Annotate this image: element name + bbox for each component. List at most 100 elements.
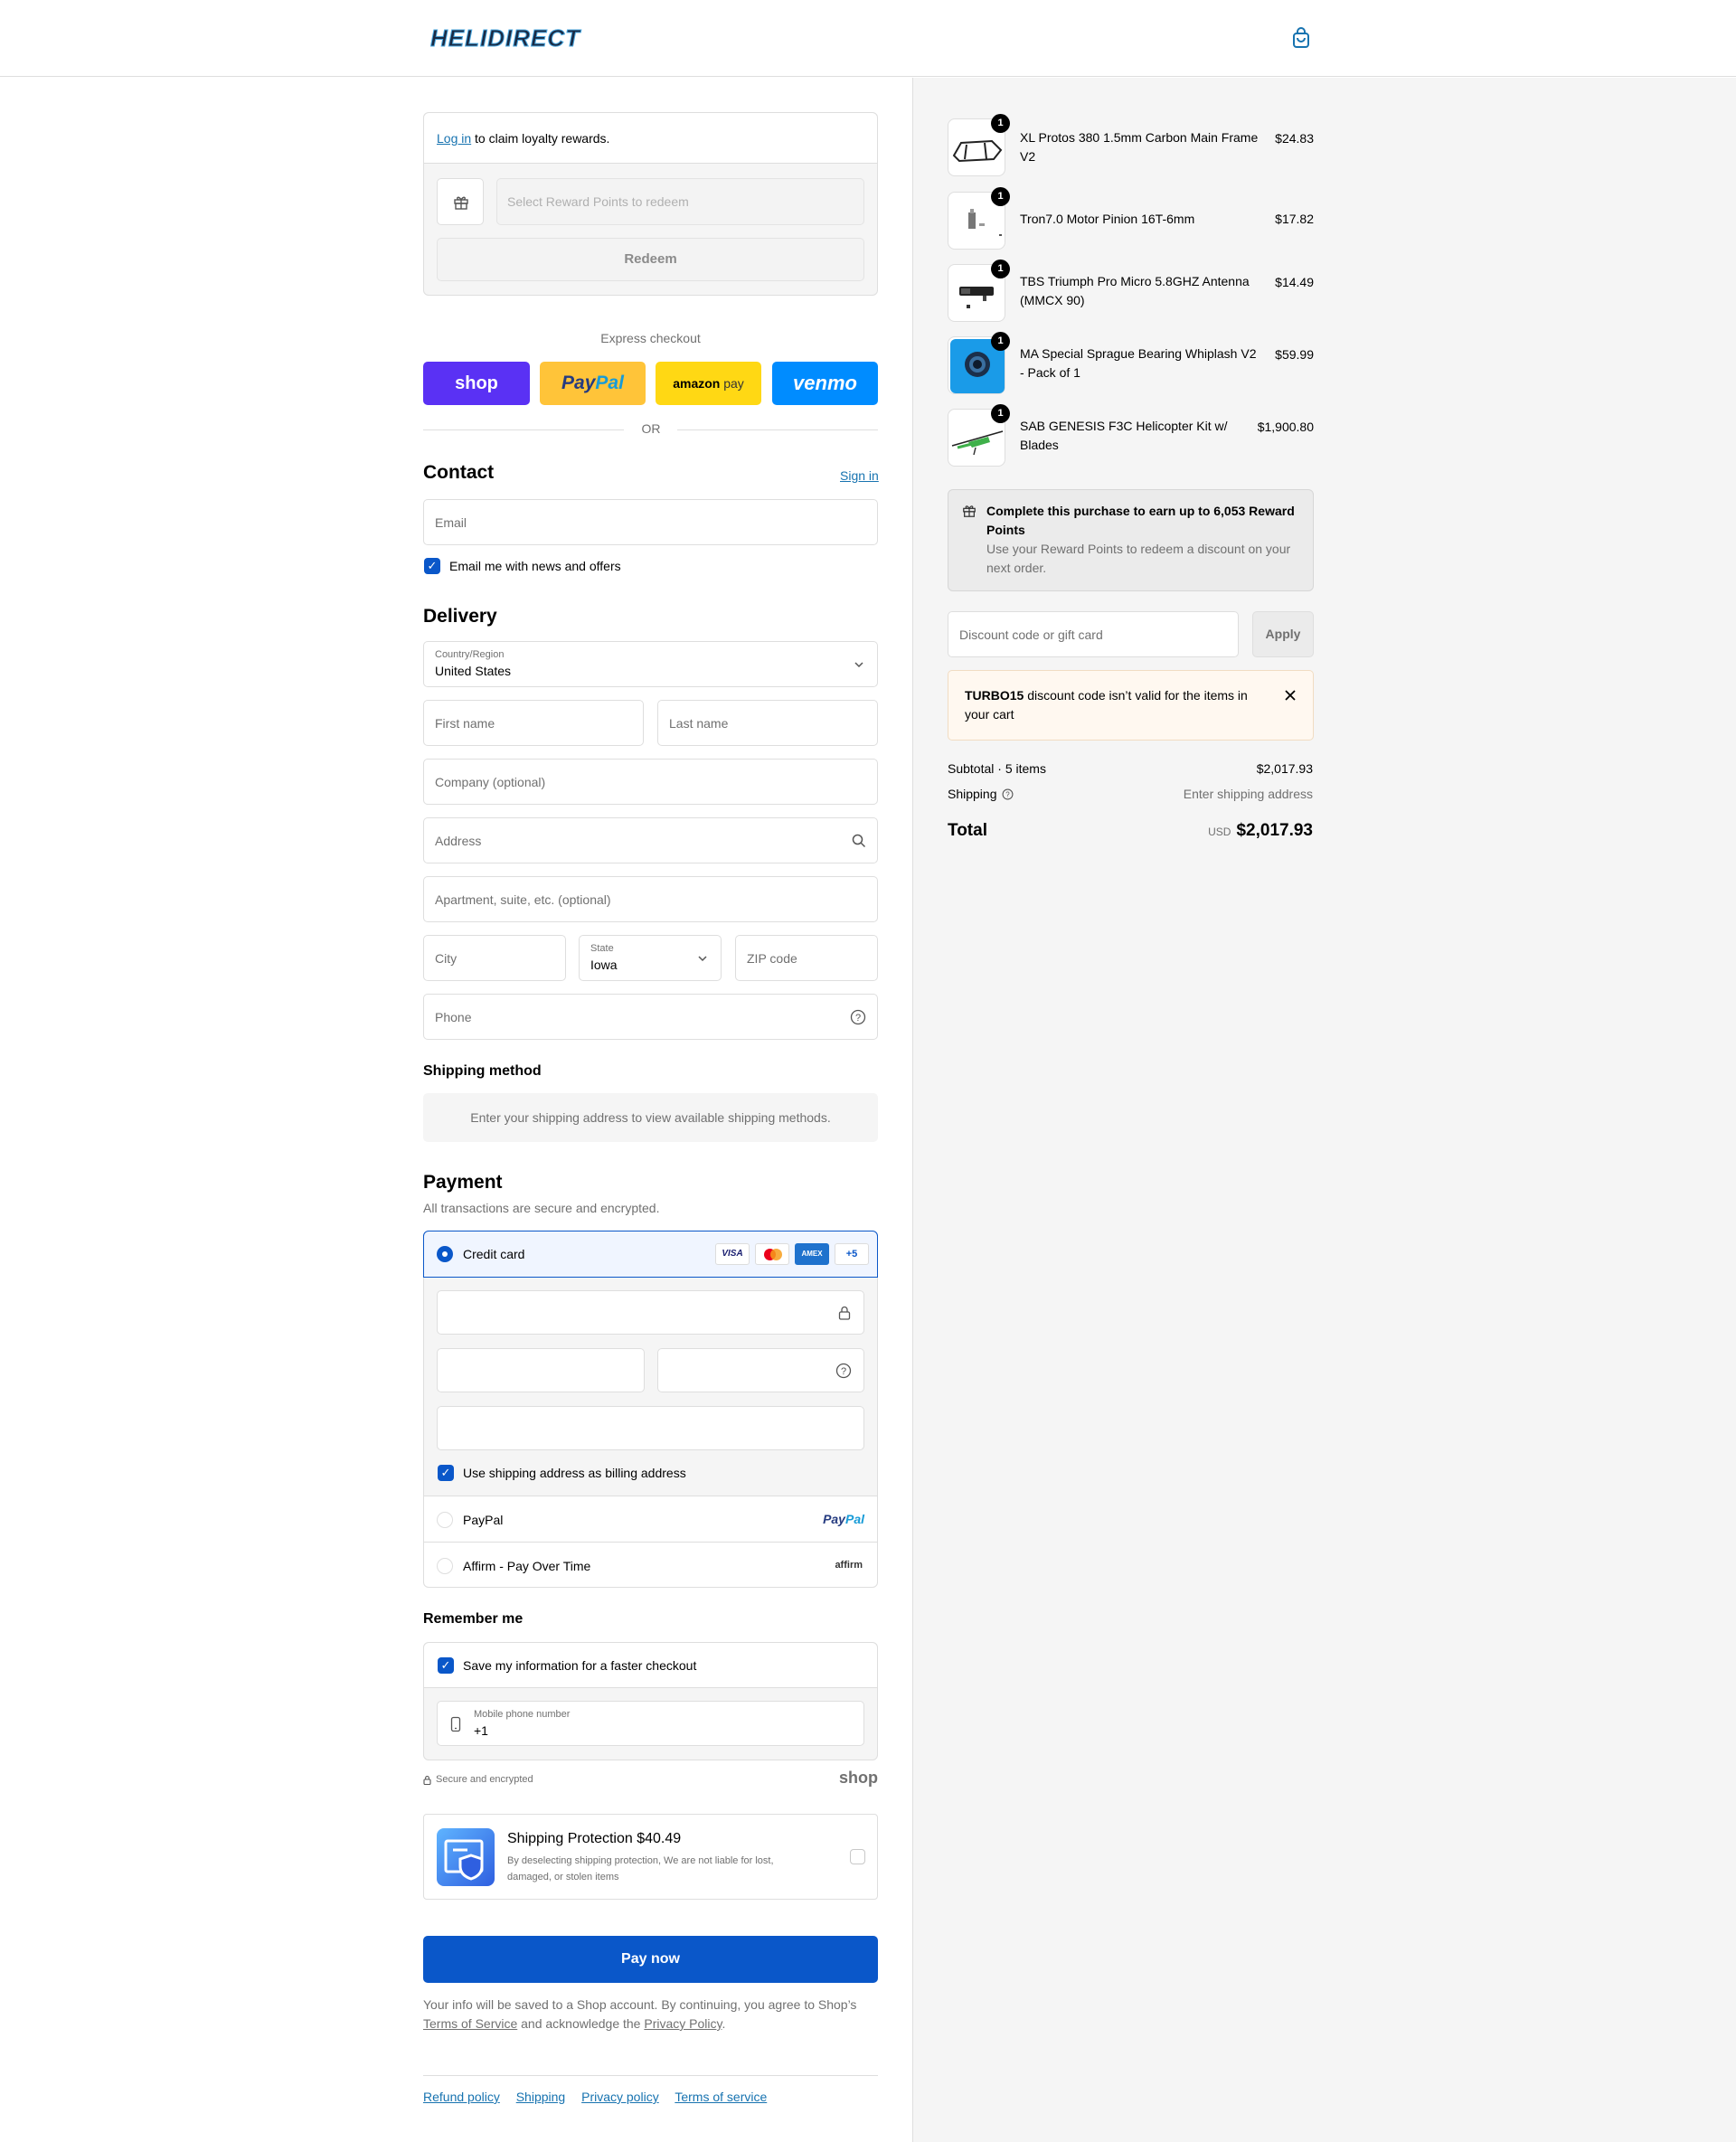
item-price: $24.83 (1275, 131, 1314, 146)
billing-checkbox[interactable]: ✓ (438, 1465, 454, 1481)
gift-icon (454, 196, 468, 210)
discount-error-text: TURBO15 discount code isn’t valid for th… (965, 686, 1254, 724)
card-number-field[interactable] (437, 1290, 864, 1335)
apply-button[interactable]: Apply (1252, 611, 1314, 657)
state-value: Iowa (590, 958, 618, 972)
privacy-policy-link[interactable]: Privacy Policy (644, 2016, 722, 2031)
paypal-radio[interactable] (437, 1512, 453, 1528)
product-thumbnail: 1 (948, 187, 1010, 250)
affirm-logo: affirm (835, 1560, 863, 1571)
company-placeholder: Company (optional) (435, 775, 546, 789)
help-icon[interactable]: ? (1002, 788, 1014, 800)
affirm-option[interactable]: Affirm - Pay Over Time affirm (424, 1543, 877, 1588)
state-label: State (590, 943, 614, 954)
card-fields-area: ? ✓ Use shipping address as billing addr… (424, 1278, 877, 1496)
payment-title: Payment (423, 1172, 503, 1193)
sign-in-link[interactable]: Sign in (840, 468, 879, 483)
paypal-logo-2: Pal (844, 1512, 864, 1526)
help-icon[interactable]: ? (850, 1009, 866, 1025)
last-name-field[interactable]: Last name (657, 700, 878, 746)
zip-field[interactable]: ZIP code (735, 935, 878, 981)
total-currency: USD (1208, 826, 1231, 838)
company-field[interactable]: Company (optional) (423, 759, 878, 805)
mobile-phone-value: +1 (474, 1723, 488, 1738)
last-name-placeholder: Last name (669, 716, 729, 731)
credit-card-option[interactable]: Credit card VISA AMEX +5 (423, 1231, 878, 1278)
country-label: Country/Region (435, 649, 505, 660)
discount-placeholder: Discount code or gift card (959, 628, 1103, 642)
express-checkout-title: Express checkout (600, 331, 701, 345)
cart-item: 1 Tron7.0 Motor Pinion 16T-6mm $17.82 (948, 187, 1314, 251)
name-on-card-field[interactable] (437, 1406, 864, 1450)
shipping-protection-box: Shipping Protection $40.49 By deselectin… (423, 1814, 878, 1900)
legal-text-2: and acknowledge the (517, 2016, 645, 2031)
first-name-placeholder: First name (435, 716, 495, 731)
payment-subtitle: All transactions are secure and encrypte… (423, 1201, 660, 1215)
save-info-checkbox[interactable]: ✓ (438, 1657, 454, 1674)
address-field[interactable]: Address (423, 817, 878, 863)
pay-now-button[interactable]: Pay now (423, 1936, 878, 1983)
security-code-field[interactable]: ? (657, 1348, 864, 1392)
paypal-button[interactable]: PayPal (540, 362, 646, 405)
mobile-phone-field[interactable]: Mobile phone number +1 (437, 1701, 864, 1746)
protection-title: Shipping Protection $40.49 (507, 1831, 682, 1846)
amazon-pay-button[interactable]: amazon pay (656, 362, 761, 405)
city-field[interactable]: City (423, 935, 566, 981)
shipping-policy-link[interactable]: Shipping (516, 2090, 566, 2104)
shop-pay-label: shop (455, 373, 498, 393)
log-in-link[interactable]: Log in (437, 131, 471, 146)
item-price: $1,900.80 (1257, 420, 1314, 434)
shipping-value: Enter shipping address (1183, 787, 1313, 801)
paypal-option[interactable]: PayPal PayPal (424, 1497, 877, 1543)
paypal-label-1: Pay (561, 373, 596, 393)
affirm-radio[interactable] (437, 1558, 453, 1574)
privacy-policy-footer-link[interactable]: Privacy policy (581, 2090, 659, 2104)
loyalty-login-row: Log in to claim loyalty rewards. (424, 113, 877, 164)
divider-left (423, 429, 624, 430)
close-icon[interactable] (1284, 689, 1297, 702)
item-name: SAB GENESIS F3C Helicopter Kit w/ Blades (1020, 419, 1228, 452)
address-placeholder: Address (435, 834, 482, 848)
svg-text:HELIDIRECT: HELIDIRECT (430, 24, 581, 52)
redeem-button[interactable]: Redeem (437, 238, 864, 281)
search-icon (852, 834, 866, 848)
email-field[interactable]: Email (423, 499, 878, 545)
svg-text:?: ? (855, 1013, 861, 1024)
svg-text:?: ? (1005, 790, 1010, 798)
paypal-label-2: Pal (595, 373, 624, 393)
first-name-field[interactable]: First name (423, 700, 644, 746)
helidirect-logo[interactable]: HELIDIRECT (429, 24, 618, 52)
help-icon[interactable]: ? (835, 1363, 852, 1379)
news-label: Email me with news and offers (449, 559, 621, 573)
amex-icon: AMEX (795, 1243, 829, 1265)
phone-field[interactable]: Phone ? (423, 994, 878, 1040)
terms-of-service-footer-link[interactable]: Terms of service (675, 2090, 767, 2104)
reward-points-placeholder: Select Reward Points to redeem (507, 194, 689, 209)
state-select[interactable]: State Iowa (579, 935, 722, 981)
quantity-badge: 1 (991, 114, 1010, 133)
item-name: MA Special Sprague Bearing Whiplash V2 -… (1020, 346, 1257, 380)
shipping-label: Shipping (948, 787, 997, 801)
quantity-badge: 1 (991, 187, 1010, 206)
discount-code-field[interactable]: Discount code or gift card (948, 611, 1239, 657)
refund-policy-link[interactable]: Refund policy (423, 2090, 500, 2104)
news-checkbox[interactable]: ✓ (424, 558, 440, 574)
venmo-button[interactable]: venmo (772, 362, 878, 405)
bag-icon[interactable] (1291, 27, 1311, 49)
city-placeholder: City (435, 951, 458, 966)
product-thumbnail: 1 (948, 404, 1010, 467)
shop-pay-button[interactable]: shop (423, 362, 530, 405)
apartment-field[interactable]: Apartment, suite, etc. (optional) (423, 876, 878, 922)
item-name: Tron7.0 Motor Pinion 16T-6mm (1020, 212, 1195, 226)
country-select[interactable]: Country/Region United States (423, 641, 878, 687)
shipping-method-message: Enter your shipping address to view avai… (423, 1093, 878, 1142)
credit-card-radio[interactable] (437, 1246, 453, 1262)
reward-points-select[interactable]: Select Reward Points to redeem (496, 178, 864, 225)
loyalty-box: Log in to claim loyalty rewards. Select … (423, 112, 878, 296)
terms-of-service-link[interactable]: Terms of Service (423, 2016, 517, 2031)
mobile-phone-label: Mobile phone number (474, 1709, 571, 1720)
secure-encrypted-text: Secure and encrypted (436, 1774, 533, 1785)
expiration-field[interactable] (437, 1348, 645, 1392)
divider-right (677, 429, 878, 430)
protection-checkbox[interactable] (850, 1849, 865, 1864)
